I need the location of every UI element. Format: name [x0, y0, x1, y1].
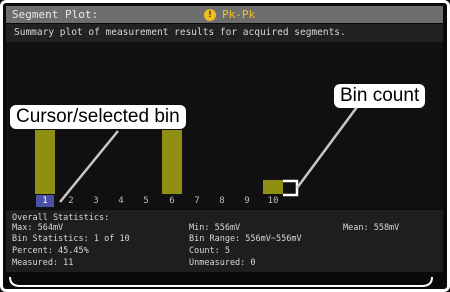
screenshot-frame [0, 0, 450, 292]
bin-count-annotation-label: Bin count [334, 84, 426, 108]
cursor-annotation-label: Cursor/selected bin [10, 105, 186, 129]
